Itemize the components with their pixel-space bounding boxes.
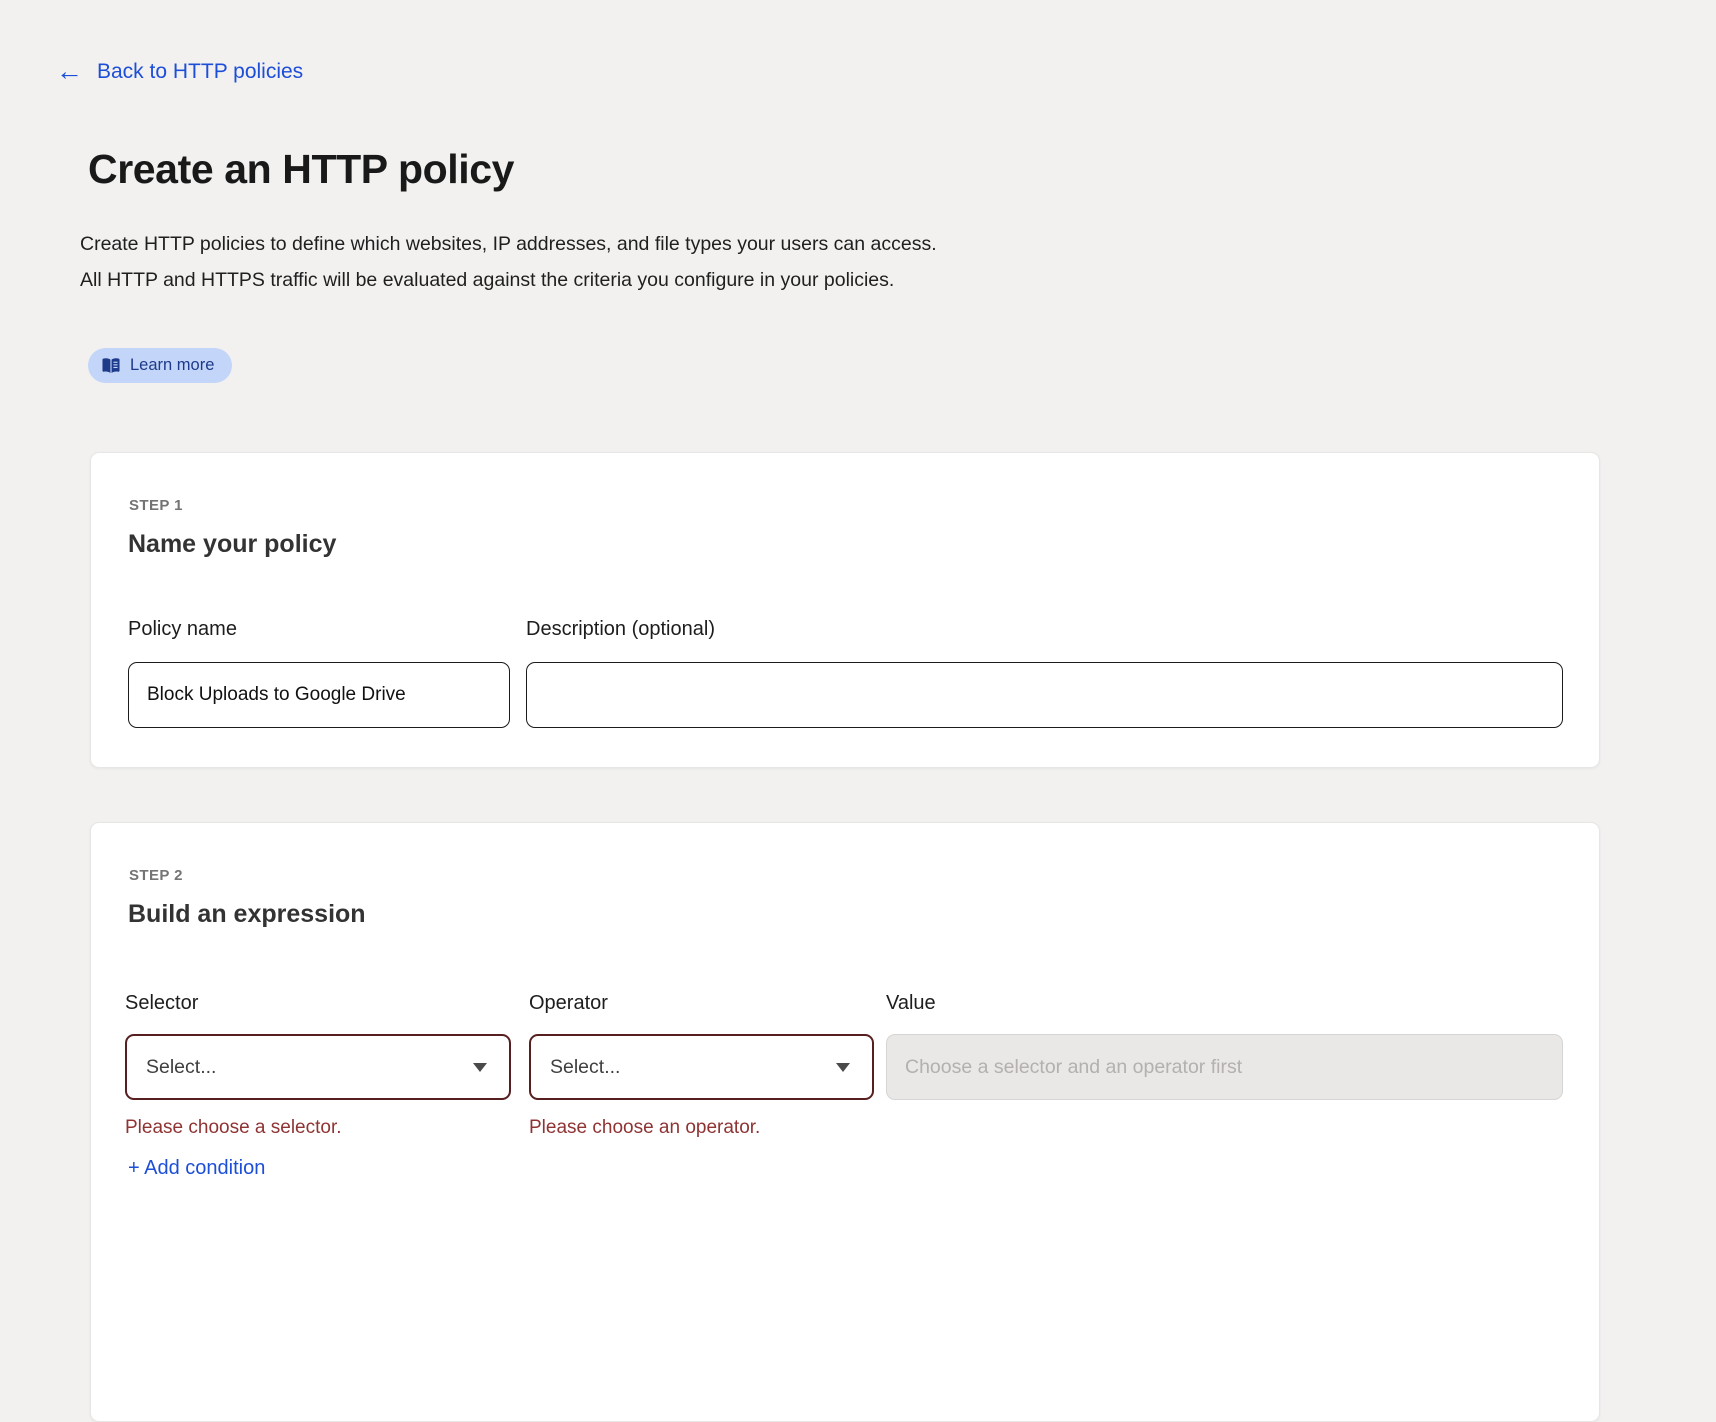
chevron-down-icon <box>473 1063 487 1072</box>
value-label: Value <box>886 992 936 1015</box>
book-icon <box>101 357 121 375</box>
back-arrow-icon: ← <box>56 58 83 85</box>
selector-label: Selector <box>125 992 198 1015</box>
description-label: Description (optional) <box>526 618 715 641</box>
page-title: Create an HTTP policy <box>88 146 514 193</box>
operator-dropdown[interactable]: Select... <box>529 1034 874 1100</box>
policy-name-label: Policy name <box>128 618 237 641</box>
selector-value: Select... <box>146 1056 216 1079</box>
back-link[interactable]: ← Back to HTTP policies <box>56 58 303 85</box>
chevron-down-icon <box>836 1063 850 1072</box>
learn-more-label: Learn more <box>130 356 214 375</box>
back-link-label: Back to HTTP policies <box>97 60 303 84</box>
learn-more-button[interactable]: Learn more <box>88 348 232 383</box>
value-input[interactable] <box>886 1034 1563 1100</box>
step2-card: STEP 2 Build an expression Selector Sele… <box>90 822 1600 1422</box>
description-input[interactable] <box>526 662 1563 728</box>
selector-dropdown[interactable]: Select... <box>125 1034 511 1100</box>
operator-label: Operator <box>529 992 608 1015</box>
step1-card: STEP 1 Name your policy Policy name Desc… <box>90 452 1600 768</box>
page-description: Create HTTP policies to define which web… <box>80 226 937 298</box>
add-condition-link[interactable]: + Add condition <box>128 1157 265 1180</box>
step1-eyebrow: STEP 1 <box>129 497 183 514</box>
page-description-line: Create HTTP policies to define which web… <box>80 226 937 262</box>
step1-title: Name your policy <box>128 530 336 559</box>
operator-value: Select... <box>550 1056 620 1079</box>
policy-name-input[interactable] <box>128 662 510 728</box>
operator-error: Please choose an operator. <box>529 1117 760 1139</box>
step2-eyebrow: STEP 2 <box>129 867 183 884</box>
selector-error: Please choose a selector. <box>125 1117 342 1139</box>
step2-title: Build an expression <box>128 900 366 929</box>
page-description-line: All HTTP and HTTPS traffic will be evalu… <box>80 262 937 298</box>
